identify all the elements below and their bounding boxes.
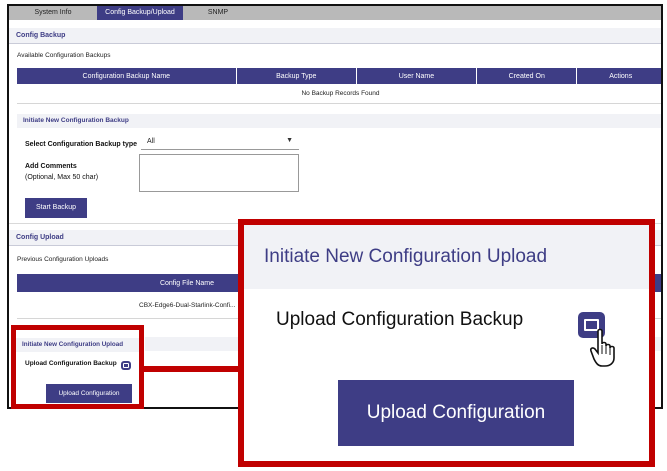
chevron-down-icon: ▼ xyxy=(286,137,293,144)
empty-message: No Backup Records Found xyxy=(17,84,661,104)
zoom-upload-backup-label: Upload Configuration Backup xyxy=(276,309,524,330)
callout-zoom: Initiate New Configuration Upload Upload… xyxy=(238,219,655,467)
column-header[interactable]: Created On xyxy=(476,68,578,84)
column-header[interactable]: Configuration Backup Name xyxy=(17,68,237,84)
upload-configuration-button[interactable]: Upload Configuration xyxy=(46,384,132,403)
tab-snmp[interactable]: SNMP xyxy=(183,6,253,20)
backup-type-value: All xyxy=(147,138,155,145)
backup-table-header: Configuration Backup Name Backup Type Us… xyxy=(17,68,661,84)
folder-icon[interactable] xyxy=(121,361,131,370)
zoom-initiate-upload-title: Initiate New Configuration Upload xyxy=(244,225,649,289)
comments-textarea[interactable] xyxy=(139,154,299,192)
backup-type-select[interactable]: All ▼ xyxy=(141,137,299,150)
column-header[interactable]: User Name xyxy=(356,68,478,84)
comments-hint: (Optional, Max 50 char) xyxy=(25,174,99,181)
upload-backup-label: Upload Configuration Backup xyxy=(25,360,117,367)
column-header[interactable]: Backup Type xyxy=(236,68,357,84)
initiate-upload-title: Initiate New Configuration Upload xyxy=(16,338,139,352)
initiate-backup-title: Initiate New Configuration Backup xyxy=(17,114,661,128)
table-row: No Backup Records Found xyxy=(17,84,661,104)
comments-label: Add Comments xyxy=(25,163,77,170)
start-backup-button[interactable]: Start Backup xyxy=(25,198,87,218)
backup-table: Configuration Backup Name Backup Type Us… xyxy=(17,68,661,104)
tab-config-backup-upload[interactable]: Config Backup/Upload xyxy=(97,6,183,20)
config-backup-title: Config Backup xyxy=(9,28,661,44)
previous-uploads-label: Previous Configuration Uploads xyxy=(17,256,109,263)
tab-bar: System Info Config Backup/Upload SNMP xyxy=(9,6,661,20)
available-backups-label: Available Configuration Backups xyxy=(17,52,111,59)
tab-system-info[interactable]: System Info xyxy=(9,6,97,20)
zoom-upload-configuration-button[interactable]: Upload Configuration xyxy=(338,380,574,446)
column-header: Actions xyxy=(576,68,661,84)
hand-pointer-icon xyxy=(590,328,615,367)
callout-connector xyxy=(144,366,244,372)
callout-small: Initiate New Configuration Upload Upload… xyxy=(11,325,144,409)
backup-type-label: Select Configuration Backup type xyxy=(25,141,138,148)
